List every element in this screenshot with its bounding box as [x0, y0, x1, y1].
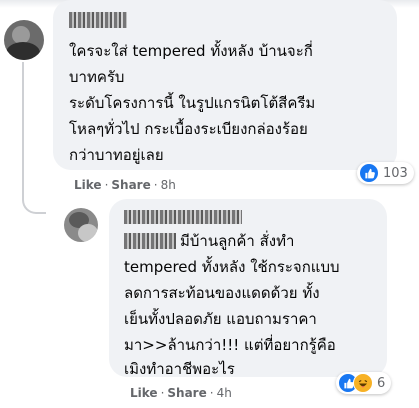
comment-text-line: กว่าบาทอยู่เลย — [69, 146, 164, 164]
reaction-count: 103 — [383, 165, 408, 181]
avatar-blur — [6, 42, 40, 60]
reply-text-line: ลดการสะท้อนของแดดด้วย ทั้ง — [124, 284, 320, 302]
comment-author-name[interactable] — [69, 12, 127, 28]
separator: · — [209, 386, 214, 400]
reply-author-name[interactable] — [124, 210, 242, 224]
separator: · — [104, 178, 109, 192]
like-button[interactable]: Like — [130, 386, 158, 400]
avatar-blur — [78, 224, 98, 242]
separator: · — [160, 386, 165, 400]
comment-text-line: โหลๆทั่วไป กระเบื้องระเบียงกล่องร้อย — [69, 120, 308, 138]
reply-text-line: เมิงทำอาชีพอะไร — [124, 360, 235, 378]
share-button[interactable]: Share — [167, 386, 206, 400]
reply-text-line: เย็นทั้งปลอดภัย แอบถามราคา — [124, 310, 317, 328]
comment-text-line: ระดับโครงการนี้ ในรูปแกรนิตโต้สีครีม — [69, 94, 316, 112]
reply-thread-line — [22, 62, 46, 214]
like-icon — [359, 163, 379, 183]
reply-tag-name[interactable] — [124, 233, 176, 249]
share-button[interactable]: Share — [111, 178, 150, 192]
avatar[interactable] — [64, 208, 98, 242]
like-button[interactable]: Like — [74, 178, 102, 192]
reply-text-line: tempered ทั้งหลัง ใช้กระจกแบบ — [124, 258, 340, 276]
reply-actions: Like · Share · 4h — [130, 386, 232, 400]
haha-icon — [353, 373, 373, 393]
avatar[interactable] — [4, 20, 44, 60]
comment-timestamp[interactable]: 8h — [161, 178, 176, 192]
comment-actions: Like · Share · 8h — [74, 178, 176, 192]
reply-text-line: มา>>ล้านกว่า!!! แต่ที่อยากรู้คือ — [124, 336, 336, 354]
reaction-count: 6 — [377, 375, 386, 391]
comment-text-line: ใครจะใส่ tempered ทั้งหลัง บ้านจะกี่ — [69, 42, 313, 60]
separator: · — [153, 178, 158, 192]
reaction-summary[interactable]: 103 — [357, 162, 414, 184]
comment-text-line: บาทครับ — [69, 68, 125, 86]
reaction-summary[interactable]: 6 — [336, 372, 392, 394]
reply-text-line: มีบ้านลูกค้า สั่งทำ — [180, 232, 295, 250]
comment-timestamp[interactable]: 4h — [217, 386, 232, 400]
